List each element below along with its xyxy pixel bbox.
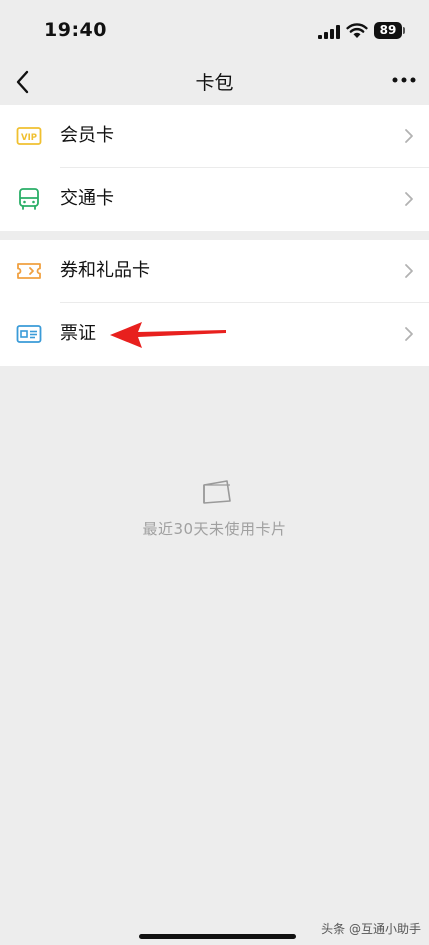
tickets-ids-label: 票证 [60, 323, 96, 344]
chevron-right-icon [405, 264, 413, 278]
card-group-primary: VIP 会员卡 交通卡 [0, 105, 429, 231]
transit-card-label: 交通卡 [60, 188, 114, 209]
more-options-icon[interactable] [392, 76, 416, 84]
chevron-right-icon [405, 192, 413, 206]
empty-state-text: 最近30天未使用卡片 [142, 520, 287, 538]
page-title: 卡包 [195, 72, 234, 94]
home-indicator[interactable] [139, 934, 296, 939]
ticket-id-icon [16, 325, 42, 343]
navigation-bar: 卡包 [0, 60, 429, 105]
card-icon [203, 480, 231, 504]
wifi-icon [346, 23, 368, 38]
status-bar: 19:40 89 [0, 0, 429, 60]
cellular-signal-icon [318, 25, 340, 39]
membership-card-label: 会员卡 [60, 125, 114, 146]
watermark-text: 头条 @互通小助手 [321, 922, 421, 936]
vip-card-icon: VIP [16, 127, 42, 145]
svg-text:VIP: VIP [21, 133, 37, 143]
status-time: 19:40 [44, 19, 107, 41]
list-item-transit-card[interactable]: 交通卡 [0, 168, 429, 231]
bus-icon [19, 188, 39, 210]
battery-cap [403, 27, 405, 34]
red-arrow-annotation-icon [110, 322, 226, 348]
chevron-right-icon [405, 129, 413, 143]
chevron-right-icon [405, 327, 413, 341]
list-item-membership-card[interactable]: VIP 会员卡 [0, 105, 429, 168]
coupon-icon [17, 263, 41, 279]
coupons-gift-cards-label: 券和礼品卡 [60, 260, 150, 281]
list-item-coupons-gift-cards[interactable]: 券和礼品卡 [0, 240, 429, 303]
battery-indicator: 89 [374, 22, 402, 39]
